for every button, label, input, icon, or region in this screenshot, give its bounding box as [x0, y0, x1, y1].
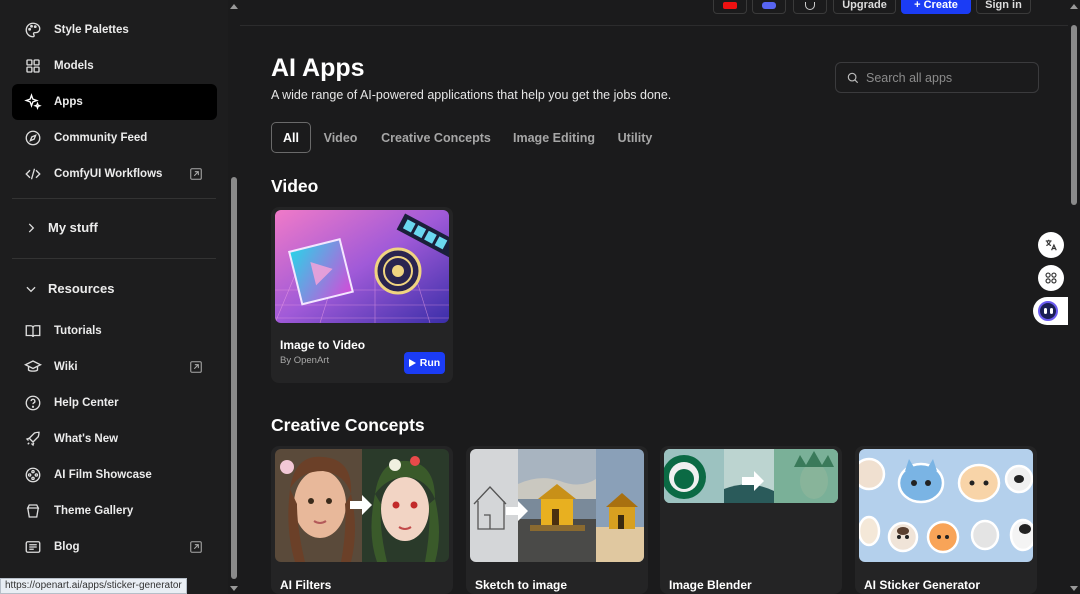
discord-icon[interactable] [752, 0, 786, 14]
play-icon [408, 359, 416, 367]
code-icon [24, 165, 42, 183]
scroll-down-arrow-icon[interactable] [230, 586, 238, 591]
rocket-icon [24, 430, 42, 448]
app-root: Style Palettes Models Apps Community Fee… [0, 0, 1080, 594]
external-link-icon [190, 361, 202, 373]
search-icon [847, 72, 859, 83]
sidebar-item-community-feed[interactable]: Community Feed [12, 120, 217, 156]
sidebar-item-label: Tutorials [54, 325, 102, 337]
compass-icon [24, 129, 42, 147]
sidebar-item-help-center[interactable]: Help Center [12, 385, 217, 421]
search-input[interactable] [866, 70, 1026, 85]
gallery-icon [24, 502, 42, 520]
my-stuff-label: My stuff [48, 220, 98, 235]
grid-icon [24, 57, 42, 75]
sidebar-divider [12, 258, 216, 259]
page-subtitle: A wide range of AI-powered applications … [271, 88, 672, 102]
sidebar-item-whats-new[interactable]: What's New [12, 421, 217, 457]
app-thumbnail [664, 449, 838, 503]
section-title-video: Video [271, 176, 319, 196]
run-label: Run [419, 357, 441, 369]
book-icon [24, 322, 42, 340]
sidebar-item-label: Theme Gallery [54, 505, 134, 517]
graduation-cap-icon [24, 358, 42, 376]
sidebar-item-blog[interactable]: Blog [12, 529, 217, 565]
app-thumbnail [275, 210, 449, 323]
app-card-author: By OpenArt [280, 355, 330, 366]
search-box[interactable] [835, 62, 1039, 93]
film-reel-icon [24, 466, 42, 484]
my-stuff-toggle[interactable]: My stuff [24, 220, 98, 235]
scroll-down-arrow-icon[interactable] [1070, 586, 1078, 591]
external-link-icon [190, 541, 202, 553]
sidebar-divider [12, 198, 216, 199]
app-thumbnail [859, 449, 1033, 562]
sidebar-item-ai-film-showcase[interactable]: AI Film Showcase [12, 457, 217, 493]
tab-image-editing[interactable]: Image Editing [508, 122, 600, 153]
translate-icon[interactable] [1038, 232, 1064, 258]
app-card-title: Sketch to image [475, 578, 568, 592]
sign-in-button[interactable]: Sign in [976, 0, 1031, 14]
tab-utility[interactable]: Utility [611, 122, 659, 153]
sidebar-item-label: Help Center [54, 397, 119, 409]
sidebar-item-tutorials[interactable]: Tutorials [12, 313, 217, 349]
chevron-down-icon [26, 286, 36, 292]
resources-label: Resources [48, 281, 115, 296]
sidebar-item-theme-gallery[interactable]: Theme Gallery [12, 493, 217, 529]
scroll-up-arrow-icon[interactable] [1070, 4, 1078, 9]
tab-all[interactable]: All [271, 122, 311, 153]
sidebar-item-label: Models [54, 60, 94, 72]
sidebar-item-label: Apps [54, 96, 83, 108]
assistant-bot-icon[interactable] [1033, 297, 1068, 325]
sidebar-item-wiki[interactable]: Wiki [12, 349, 217, 385]
sidebar-item-models[interactable]: Models [12, 48, 217, 84]
sidebar-item-style-palettes[interactable]: Style Palettes [12, 12, 217, 48]
help-circle-icon [24, 394, 42, 412]
newspaper-icon [24, 538, 42, 556]
app-card-sketch-to-image[interactable]: Sketch to image [466, 446, 648, 594]
app-card-title: Image to Video [280, 338, 366, 352]
scroll-up-arrow-icon[interactable] [230, 4, 238, 9]
sidebar-item-apps[interactable]: Apps [12, 84, 217, 120]
info-icon[interactable] [793, 0, 827, 14]
create-button[interactable]: + Create [901, 0, 971, 14]
top-bar: Upgrade + Create Sign in [240, 0, 1068, 26]
sidebar-item-label: Blog [54, 541, 80, 553]
upgrade-button[interactable]: Upgrade [833, 0, 896, 14]
sidebar-item-label: Style Palettes [54, 24, 129, 36]
app-card-title: Image Blender [669, 578, 752, 592]
tab-video[interactable]: Video [318, 122, 363, 153]
youtube-icon[interactable] [713, 0, 747, 14]
run-button[interactable]: Run [404, 352, 445, 374]
sidebar-scrollbar-thumb[interactable] [231, 177, 237, 579]
app-thumbnail [470, 449, 644, 562]
app-card-title: AI Filters [280, 578, 332, 592]
external-link-icon [190, 168, 202, 180]
sidebar-item-label: Wiki [54, 361, 78, 373]
apps-grid-icon[interactable] [1038, 265, 1064, 291]
tab-creative-concepts[interactable]: Creative Concepts [375, 122, 497, 153]
app-card-image-blender[interactable]: Image Blender [660, 446, 842, 594]
sidebar-item-label: ComfyUI Workflows [54, 168, 163, 180]
sidebar-item-label: AI Film Showcase [54, 469, 152, 481]
app-card-ai-filters[interactable]: AI Filters [271, 446, 453, 594]
sparkle-icon [24, 93, 42, 111]
status-bar-url: https://openart.ai/apps/sticker-generato… [0, 578, 187, 594]
section-title-creative-concepts: Creative Concepts [271, 415, 425, 435]
chevron-right-icon [28, 222, 35, 233]
app-card-ai-sticker-generator[interactable]: AI Sticker Generator [855, 446, 1037, 594]
sidebar: Style Palettes Models Apps Community Fee… [0, 0, 228, 594]
sidebar-item-comfyui-workflows[interactable]: ComfyUI Workflows [12, 156, 217, 192]
main-scrollbar-thumb[interactable] [1071, 25, 1077, 205]
app-card-image-to-video[interactable]: Image to Video By OpenArt Run [271, 207, 453, 383]
sidebar-item-label: What's New [54, 433, 119, 445]
palette-icon [24, 21, 42, 39]
app-thumbnail [275, 449, 449, 562]
app-card-title: AI Sticker Generator [864, 578, 981, 592]
page-title: AI Apps [271, 54, 365, 82]
sidebar-item-label: Community Feed [54, 132, 148, 144]
resources-toggle[interactable]: Resources [24, 281, 114, 296]
